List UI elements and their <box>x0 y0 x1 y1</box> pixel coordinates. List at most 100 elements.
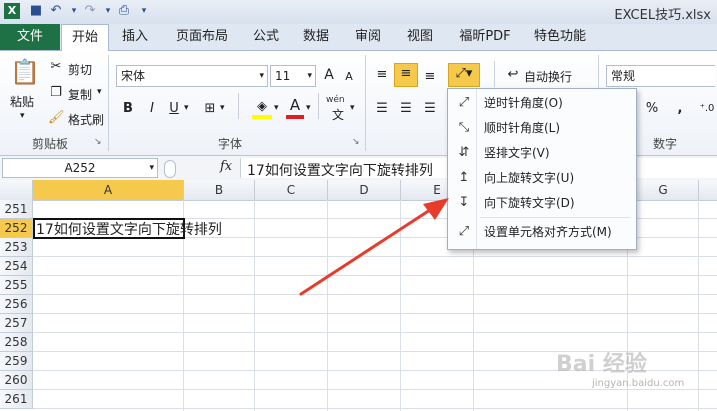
align-top-icon[interactable]: ≡ <box>372 65 392 85</box>
number-format-value: 常规 <box>611 69 636 83</box>
copy-dropdown-icon[interactable]: ▾ <box>97 87 102 97</box>
grow-font-icon[interactable]: A <box>320 65 338 85</box>
column-header-g[interactable]: G <box>628 180 699 200</box>
row-header[interactable]: 256 <box>0 295 33 314</box>
increase-decimal-icon[interactable]: ⁺.0 <box>698 99 716 119</box>
wrap-text-button[interactable]: 自动换行 <box>524 68 572 85</box>
fill-color-swatch <box>252 115 272 119</box>
excel-icon[interactable]: X <box>4 3 20 19</box>
menu-item-format-alignment[interactable]: ⤢ 设置单元格对齐方式(M) <box>448 220 636 244</box>
italic-button[interactable]: I <box>144 99 160 119</box>
font-color-dropdown-icon[interactable]: ▾ <box>306 103 311 113</box>
paste-icon[interactable]: 📋 <box>10 57 40 87</box>
tab-page-layout[interactable]: 页面布局 <box>170 24 234 50</box>
cut-button[interactable]: 剪切 <box>68 61 92 78</box>
font-color-swatch <box>286 115 304 119</box>
customize-qa-icon[interactable]: ▾ <box>136 3 152 19</box>
clipboard-launcher-icon[interactable]: ↘ <box>94 137 102 147</box>
fill-color-icon[interactable]: ◈ <box>252 97 272 117</box>
insert-function-icon[interactable]: fx <box>220 159 232 174</box>
font-launcher-icon[interactable]: ↘ <box>352 137 360 147</box>
column-header-b[interactable]: B <box>184 180 255 200</box>
orientation-menu: ⤢ 逆时针角度(O) ⤡ 顺时针角度(L) ⇵ 竖排文字(V) ↥ 向上旋转文字… <box>447 88 637 250</box>
menu-item-counterclockwise[interactable]: ⤢ 逆时针角度(O) <box>448 91 636 115</box>
watermark-url: jingyan.baidu.com <box>592 378 685 389</box>
redo-icon[interactable]: ↷ <box>82 3 98 19</box>
number-format-box[interactable]: 常规 <box>606 65 715 87</box>
bold-button[interactable]: B <box>120 99 136 119</box>
align-left-icon[interactable]: ☰ <box>372 99 392 119</box>
rotate-text-up-icon: ↥ <box>458 170 470 185</box>
chevron-down-icon[interactable]: ▾ <box>149 159 154 177</box>
tab-home[interactable]: 开始 <box>61 24 109 51</box>
print-preview-icon[interactable]: ⎙ <box>116 3 132 19</box>
row-header[interactable]: 258 <box>0 333 33 352</box>
row-header[interactable]: 259 <box>0 352 33 371</box>
menu-item-rotate-up[interactable]: ↥ 向上旋转文字(U) <box>448 166 636 190</box>
separator <box>238 93 239 119</box>
clockwise-angle-icon: ⤡ <box>458 120 470 135</box>
underline-button[interactable]: U <box>166 99 182 119</box>
clipboard-group-label: 剪贴板 <box>31 137 68 151</box>
tab-view[interactable]: 视图 <box>400 24 440 50</box>
tab-review[interactable]: 审阅 <box>348 24 388 50</box>
percent-button[interactable]: % <box>644 99 660 119</box>
cell-a252-text: 17如何设置文字向下旋转排列 <box>36 222 222 238</box>
copy-button[interactable]: 复制 <box>68 86 92 103</box>
menu-item-rotate-down[interactable]: ↧ 向下旋转文字(D) <box>448 191 636 215</box>
row-header[interactable]: 253 <box>0 238 33 257</box>
name-box-value: A252 <box>64 161 96 175</box>
align-right-icon[interactable]: ☰ <box>420 99 440 119</box>
tab-data[interactable]: 数据 <box>296 24 336 50</box>
chevron-down-icon[interactable]: ▾ <box>307 66 312 86</box>
counterclockwise-angle-icon: ⤢ <box>458 95 470 110</box>
border-dropdown-icon[interactable]: ▾ <box>220 103 225 113</box>
format-painter-icon[interactable]: 🖌 <box>48 108 65 128</box>
font-name-box[interactable]: 宋体 ▾ <box>116 65 268 87</box>
formula-bar-resize-handle[interactable] <box>164 160 176 178</box>
border-icon[interactable]: ⊞ <box>200 99 220 119</box>
row-header[interactable]: 255 <box>0 276 33 295</box>
orientation-button[interactable]: ⤢▾ <box>448 63 480 87</box>
paste-button[interactable]: 粘贴 <box>10 93 34 110</box>
align-bottom-icon[interactable]: ≡ <box>420 67 440 87</box>
row-header[interactable]: 260 <box>0 371 33 390</box>
tab-insert[interactable]: 插入 <box>112 24 158 50</box>
paste-dropdown-icon[interactable]: ▾ <box>20 111 25 121</box>
name-box[interactable]: A252 ▾ <box>2 158 158 178</box>
undo-dropdown-icon[interactable]: ▾ <box>66 3 82 19</box>
format-painter-button[interactable]: 格式刷 <box>68 111 104 128</box>
redo-dropdown-icon[interactable]: ▾ <box>100 3 116 19</box>
row-header[interactable]: 252 <box>0 219 33 238</box>
select-all-corner[interactable] <box>0 180 33 200</box>
tab-file[interactable]: 文件 <box>0 24 60 50</box>
fill-dropdown-icon[interactable]: ▾ <box>274 103 279 113</box>
row-header[interactable]: 261 <box>0 390 33 409</box>
cut-icon[interactable]: ✂ <box>48 57 64 77</box>
undo-icon[interactable]: ↶ <box>48 3 64 19</box>
shrink-font-icon[interactable]: A <box>340 67 358 87</box>
wrap-text-icon[interactable]: ↩ <box>504 65 522 85</box>
copy-icon[interactable]: ❐ <box>48 83 64 103</box>
column-header-a[interactable]: A <box>33 180 184 200</box>
tab-foxit-pdf[interactable]: 福昕PDF <box>454 24 516 50</box>
row-header[interactable]: 257 <box>0 314 33 333</box>
menu-item-vertical-text[interactable]: ⇵ 竖排文字(V) <box>448 141 636 165</box>
tab-formulas[interactable]: 公式 <box>246 24 286 50</box>
grid-line <box>254 200 255 411</box>
grid-line <box>33 313 717 314</box>
phonetic-dropdown-icon[interactable]: ▾ <box>350 103 355 113</box>
comma-button[interactable]: , <box>672 99 688 119</box>
row-header[interactable]: 251 <box>0 200 33 219</box>
align-center-icon[interactable]: ☰ <box>396 99 416 119</box>
chevron-down-icon[interactable]: ▾ <box>259 66 264 86</box>
phonetic-icon[interactable]: wén <box>326 95 345 105</box>
tab-special-features[interactable]: 特色功能 <box>528 24 592 50</box>
align-middle-icon[interactable]: ≡ <box>394 63 418 87</box>
font-size-box[interactable]: 11 ▾ <box>270 65 316 87</box>
underline-dropdown-icon[interactable]: ▾ <box>184 103 189 113</box>
font-color-icon[interactable]: A <box>286 95 304 115</box>
row-header[interactable]: 254 <box>0 257 33 276</box>
menu-item-clockwise[interactable]: ⤡ 顺时针角度(L) <box>448 116 636 140</box>
save-icon[interactable]: ■ <box>28 3 44 19</box>
